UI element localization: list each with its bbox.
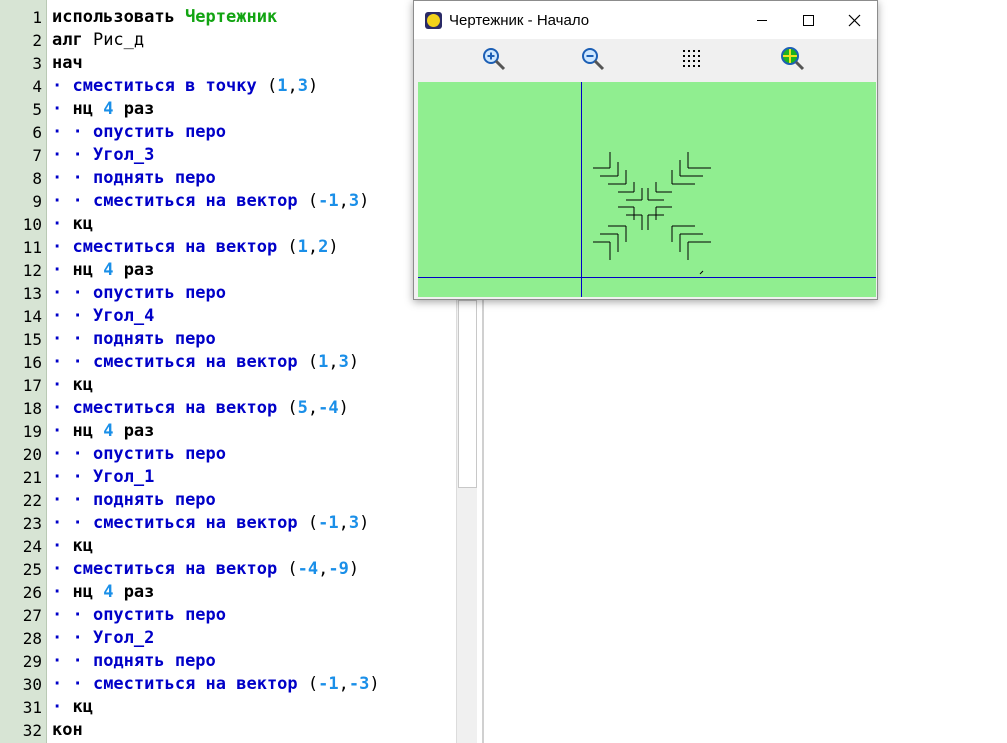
zoom-out-button[interactable]: [579, 45, 607, 73]
maximize-button[interactable]: [785, 1, 831, 39]
line-number: 31: [22, 698, 42, 717]
code-text[interactable]: · · сместиться на вектор (1,3): [52, 351, 359, 374]
line-number: 11: [22, 238, 42, 257]
code-text[interactable]: · · опустить перо: [52, 443, 226, 466]
code-text[interactable]: · · поднять перо: [52, 167, 216, 190]
code-text[interactable]: · сместиться на вектор (1,2): [52, 236, 339, 259]
code-text[interactable]: · кц: [52, 374, 93, 397]
code-text[interactable]: · нц 4 раз: [52, 581, 154, 604]
maximize-icon: [803, 15, 814, 26]
zoom-in-icon: [483, 48, 506, 71]
line-number: 12: [22, 261, 42, 280]
line-number: 1: [32, 8, 42, 27]
line-number: 10: [22, 215, 42, 234]
code-text[interactable]: использовать Чертежник: [52, 6, 277, 29]
window-title: Чертежник - Начало: [449, 12, 590, 29]
scrollbar-thumb[interactable]: [458, 300, 477, 488]
zoom-in-button[interactable]: [480, 45, 508, 73]
code-text[interactable]: · нц 4 раз: [52, 98, 154, 121]
line-number: 14: [22, 307, 42, 326]
line-number: 28: [22, 629, 42, 648]
drawing-canvas[interactable]: [418, 82, 876, 297]
code-text[interactable]: кон: [52, 719, 83, 742]
line-number: 6: [32, 123, 42, 142]
code-text[interactable]: · сместиться в точку (1,3): [52, 75, 318, 98]
code-text[interactable]: · кц: [52, 213, 93, 236]
code-text[interactable]: · · сместиться на вектор (-1,-3): [52, 673, 380, 696]
line-number: 16: [22, 353, 42, 372]
code-text[interactable]: · нц 4 раз: [52, 259, 154, 282]
code-text[interactable]: · · Угол_1: [52, 466, 154, 489]
drawer-window[interactable]: Чертежник - Начало: [413, 0, 878, 300]
line-number: 25: [22, 560, 42, 579]
code-text[interactable]: · · опустить перо: [52, 282, 226, 305]
minimize-button[interactable]: [739, 1, 785, 39]
drawer-toolbar: [414, 39, 877, 81]
line-number: 13: [22, 284, 42, 303]
line-number: 27: [22, 606, 42, 625]
line-number: 18: [22, 399, 42, 418]
line-number: 32: [22, 721, 42, 740]
line-number: 21: [22, 468, 42, 487]
code-text[interactable]: · сместиться на вектор (-4,-9): [52, 558, 359, 581]
line-number: 3: [32, 54, 42, 73]
code-text[interactable]: · · поднять перо: [52, 328, 216, 351]
fit-view-button[interactable]: [778, 45, 806, 73]
line-number: 5: [32, 100, 42, 119]
drawing-svg: [418, 82, 876, 297]
code-text[interactable]: · кц: [52, 535, 93, 558]
fit-view-icon: [781, 47, 805, 71]
close-icon: [848, 14, 861, 27]
line-number: 4: [32, 77, 42, 96]
code-text[interactable]: · кц: [52, 696, 93, 719]
code-text[interactable]: алг Рис_д: [52, 29, 144, 52]
line-number: 8: [32, 169, 42, 188]
code-text[interactable]: · · опустить перо: [52, 604, 226, 627]
code-text[interactable]: · · поднять перо: [52, 489, 216, 512]
code-text[interactable]: · нц 4 раз: [52, 420, 154, 443]
drawn-segment: [699, 270, 704, 275]
code-text[interactable]: · · поднять перо: [52, 650, 216, 673]
line-number: 17: [22, 376, 42, 395]
window-titlebar[interactable]: Чертежник - Начало: [414, 1, 877, 39]
code-text[interactable]: · · сместиться на вектор (-1,3): [52, 512, 369, 535]
line-number: 2: [32, 31, 42, 50]
line-number: 9: [32, 192, 42, 211]
close-button[interactable]: [831, 1, 877, 39]
drawn-figure: [593, 152, 711, 275]
grid-icon: [683, 50, 700, 67]
line-number: 29: [22, 652, 42, 671]
minimize-icon: [757, 20, 767, 21]
line-number: 23: [22, 514, 42, 533]
code-text[interactable]: · сместиться на вектор (5,-4): [52, 397, 349, 420]
line-number: 15: [22, 330, 42, 349]
line-number: 19: [22, 422, 42, 441]
code-text[interactable]: · · опустить перо: [52, 121, 226, 144]
line-number: 24: [22, 537, 42, 556]
code-text[interactable]: · · сместиться на вектор (-1,3): [52, 190, 369, 213]
line-number: 26: [22, 583, 42, 602]
zoom-out-icon: [582, 48, 605, 71]
code-text[interactable]: · · Угол_3: [52, 144, 154, 167]
line-number: 30: [22, 675, 42, 694]
code-text[interactable]: · · Угол_4: [52, 305, 154, 328]
line-number: 20: [22, 445, 42, 464]
line-number: 22: [22, 491, 42, 510]
grid-button[interactable]: [678, 45, 706, 73]
line-number: 7: [32, 146, 42, 165]
code-text[interactable]: · · Угол_2: [52, 627, 154, 650]
app-smiley-icon: [425, 12, 442, 29]
code-text[interactable]: нач: [52, 52, 83, 75]
